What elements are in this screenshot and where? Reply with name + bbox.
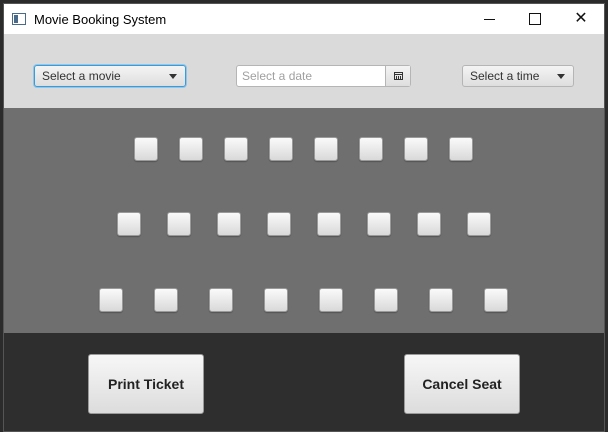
minimize-button[interactable]	[466, 4, 512, 34]
seat-checkbox[interactable]	[154, 288, 178, 312]
window-title: Movie Booking System	[34, 11, 167, 27]
seat-checkbox[interactable]	[417, 212, 441, 236]
selection-toolbar: Select a movie Select a time	[4, 34, 604, 108]
seat-checkbox[interactable]	[269, 137, 293, 161]
date-input[interactable]	[240, 66, 390, 86]
seat-checkbox[interactable]	[319, 288, 343, 312]
time-select[interactable]: Select a time	[462, 65, 574, 87]
seat-checkbox[interactable]	[467, 212, 491, 236]
movie-select[interactable]: Select a movie	[34, 65, 186, 87]
seat-checkbox[interactable]	[209, 288, 233, 312]
seat-checkbox[interactable]	[167, 212, 191, 236]
close-icon: ✕	[574, 10, 588, 27]
calendar-icon	[393, 72, 403, 80]
app-window: Movie Booking System ✕ Select a movie Se…	[3, 3, 605, 432]
date-picker[interactable]	[236, 65, 411, 87]
seat-grid	[4, 108, 604, 333]
seat-checkbox[interactable]	[429, 288, 453, 312]
seat-checkbox[interactable]	[267, 212, 291, 236]
app-icon	[12, 13, 26, 25]
close-button[interactable]: ✕	[558, 4, 604, 34]
movie-select-value: Select a movie	[42, 69, 121, 83]
seat-checkbox[interactable]	[484, 288, 508, 312]
seat-checkbox[interactable]	[217, 212, 241, 236]
seat-checkbox[interactable]	[179, 137, 203, 161]
maximize-icon	[529, 13, 541, 25]
seat-checkbox[interactable]	[374, 288, 398, 312]
seat-checkbox[interactable]	[449, 137, 473, 161]
seat-checkbox[interactable]	[224, 137, 248, 161]
seat-checkbox[interactable]	[367, 212, 391, 236]
maximize-button[interactable]	[512, 4, 558, 34]
cancel-seat-button[interactable]: Cancel Seat	[404, 354, 520, 414]
seat-checkbox[interactable]	[264, 288, 288, 312]
action-bar: Print Ticket Cancel Seat	[4, 333, 604, 431]
seat-checkbox[interactable]	[317, 212, 341, 236]
seat-checkbox[interactable]	[359, 137, 383, 161]
seat-checkbox[interactable]	[404, 137, 428, 161]
calendar-button[interactable]	[385, 66, 410, 86]
print-ticket-button[interactable]: Print Ticket	[88, 354, 204, 414]
time-select-value: Select a time	[470, 69, 540, 83]
chevron-down-icon	[557, 74, 565, 79]
seat-checkbox[interactable]	[99, 288, 123, 312]
seat-checkbox[interactable]	[314, 137, 338, 161]
seat-checkbox[interactable]	[134, 137, 158, 161]
seat-checkbox[interactable]	[117, 212, 141, 236]
window-controls: ✕	[466, 4, 604, 34]
title-bar[interactable]: Movie Booking System ✕	[4, 4, 604, 34]
chevron-down-icon	[169, 74, 177, 79]
minimize-icon	[483, 18, 495, 20]
